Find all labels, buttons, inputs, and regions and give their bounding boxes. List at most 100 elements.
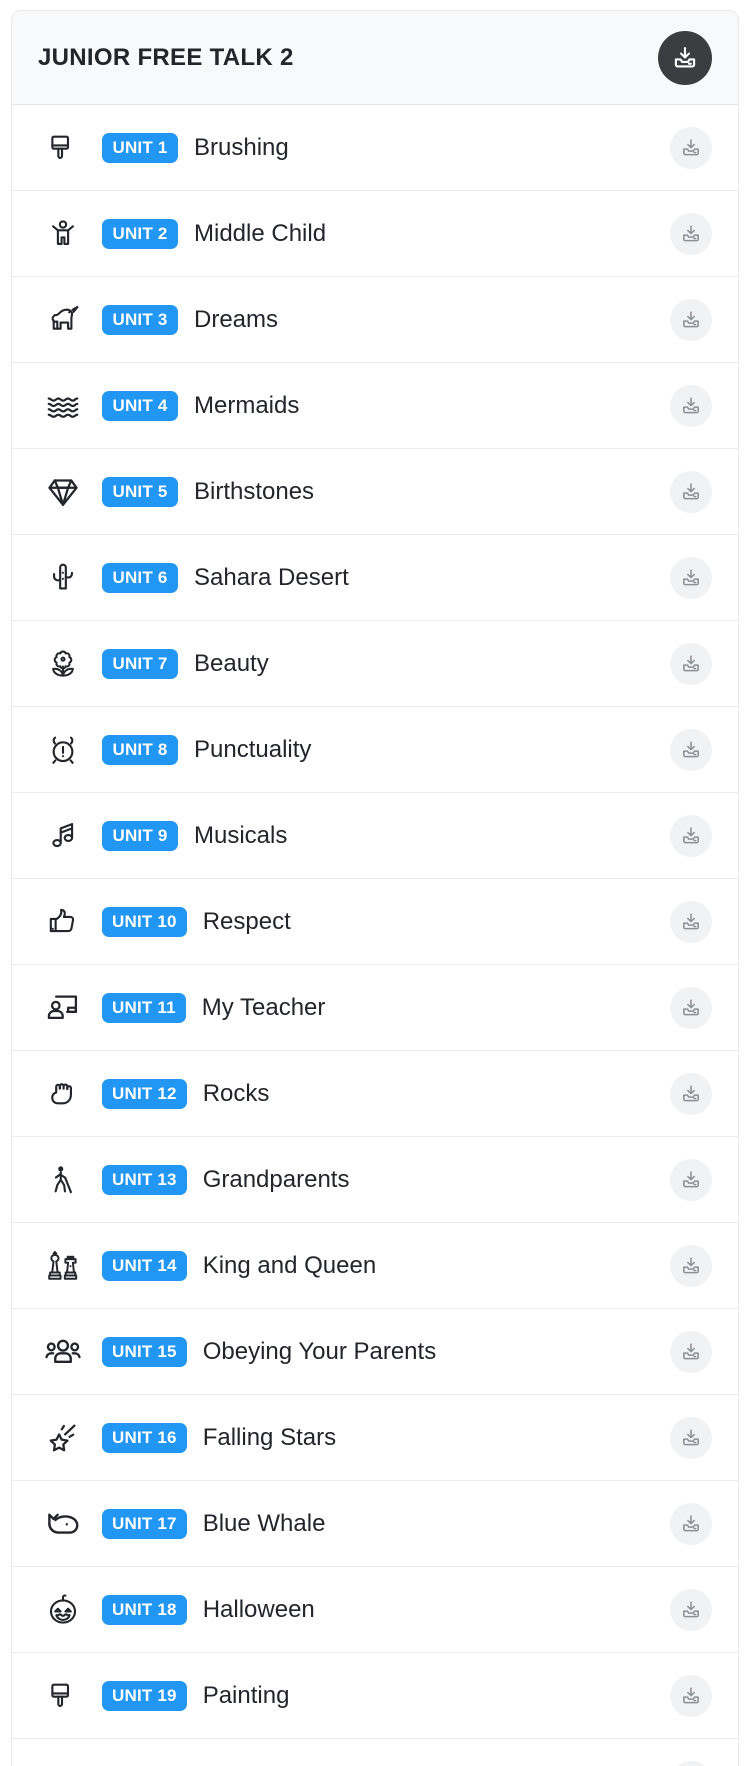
unit-badge: UNIT 6 [102, 562, 178, 593]
paint-brush-icon [34, 131, 92, 165]
unit-badge: UNIT 17 [102, 1508, 187, 1539]
download-button[interactable] [670, 470, 712, 513]
list-item[interactable]: UNIT 4 Mermaids [12, 363, 738, 449]
unit-badge: UNIT 8 [102, 734, 178, 765]
list-item[interactable]: UNIT 18 Halloween [12, 1567, 738, 1653]
download-button[interactable] [670, 900, 712, 943]
unit-badge: UNIT 14 [102, 1250, 187, 1281]
list-item[interactable]: UNIT 10 Respect [12, 879, 738, 965]
list-item-title: Blue Whale [202, 1509, 326, 1537]
list-item[interactable]: UNIT 12 Rocks [12, 1051, 738, 1137]
unit-badge: UNIT 3 [102, 304, 178, 335]
list-item[interactable]: UNIT 3 Dreams [12, 277, 738, 363]
download-button[interactable] [670, 556, 712, 599]
list-item-title: Rocks [202, 1079, 270, 1107]
download-button[interactable] [670, 1158, 712, 1201]
list-item[interactable]: UNIT 9 Musicals [12, 793, 738, 879]
paint-brush-icon [34, 1679, 92, 1713]
chess-pieces-icon [34, 1248, 92, 1284]
unit-badge: UNIT 9 [102, 820, 178, 851]
download-button[interactable] [670, 1244, 712, 1287]
download-button[interactable] [670, 1416, 712, 1459]
waves-icon [34, 388, 92, 424]
download-button[interactable] [670, 126, 712, 169]
list-item-title: Birthstones [194, 477, 315, 505]
unit-badge: UNIT 7 [102, 648, 178, 679]
list-item-title: Painting [202, 1681, 290, 1709]
unit-rows: UNIT 1 Brushing UNIT 2 Middle Child UNIT… [12, 105, 738, 1766]
list-item-title: Mermaids [194, 391, 300, 419]
people-group-icon [34, 1333, 92, 1371]
list-item[interactable]: UNIT 15 Obeying Your Parents [12, 1309, 738, 1395]
download-button[interactable] [670, 814, 712, 857]
list-item-title: Halloween [202, 1595, 315, 1623]
list-item-title: King and Queen [202, 1251, 377, 1279]
list-item[interactable]: UNIT 16 Falling Stars [12, 1395, 738, 1481]
fist-hand-icon [34, 1077, 92, 1111]
unit-badge: UNIT 16 [102, 1422, 187, 1453]
teacher-board-icon [34, 990, 92, 1026]
list-item-title: Middle Child [194, 219, 327, 247]
list-item-title: Grandparents [202, 1165, 350, 1193]
flower-icon [34, 647, 92, 681]
list-item-title: Respect [202, 907, 291, 935]
music-notes-icon [34, 819, 92, 853]
list-item[interactable]: UNIT 1 Brushing [12, 105, 738, 191]
list-item[interactable]: UNIT 8 Punctuality [12, 707, 738, 793]
unit-badge: UNIT 18 [102, 1594, 187, 1625]
thumbs-up-icon [34, 905, 92, 939]
unit-badge: UNIT 2 [102, 218, 178, 249]
list-item-title: Brushing [194, 133, 289, 161]
list-item[interactable]: UNIT 17 Blue Whale [12, 1481, 738, 1567]
download-all-button[interactable] [658, 30, 712, 85]
unit-badge: UNIT 12 [102, 1078, 187, 1109]
download-inbox-icon [671, 44, 699, 72]
unit-badge: UNIT 1 [102, 132, 178, 163]
download-button[interactable] [670, 1502, 712, 1545]
list-item-title: Dreams [194, 305, 279, 333]
download-button[interactable] [670, 1072, 712, 1115]
list-item[interactable]: UNIT 14 King and Queen [12, 1223, 738, 1309]
unit-list-card: JUNIOR FREE TALK 2 UNIT 1 Brushing UNIT … [11, 10, 739, 1766]
list-item[interactable]: UNIT 13 Grandparents [12, 1137, 738, 1223]
shooting-star-icon [34, 1420, 92, 1456]
list-item[interactable]: UNIT 19 Painting [12, 1653, 738, 1739]
cactus-icon [34, 561, 92, 595]
child-person-icon [34, 217, 92, 251]
card-header: JUNIOR FREE TALK 2 [12, 11, 738, 105]
pumpkin-icon [34, 1592, 92, 1628]
list-item[interactable]: UNIT 20 Clocks [12, 1739, 738, 1766]
download-button[interactable] [670, 384, 712, 427]
download-button[interactable] [670, 986, 712, 1029]
alarm-clock-icon [34, 733, 92, 767]
download-button[interactable] [670, 1761, 712, 1766]
download-button[interactable] [670, 212, 712, 255]
download-button[interactable] [670, 1588, 712, 1631]
download-button[interactable] [670, 1674, 712, 1717]
unit-badge: UNIT 19 [102, 1680, 187, 1711]
list-item[interactable]: UNIT 11 My Teacher [12, 965, 738, 1051]
download-button[interactable] [670, 1330, 712, 1373]
page-title: JUNIOR FREE TALK 2 [38, 43, 294, 71]
download-button[interactable] [670, 298, 712, 341]
list-item[interactable]: UNIT 7 Beauty [12, 621, 738, 707]
list-item-title: Obeying Your Parents [202, 1337, 437, 1365]
gem-diamond-icon [34, 474, 92, 510]
list-item-title: Falling Stars [202, 1423, 337, 1451]
list-item-title: Sahara Desert [194, 563, 349, 591]
unicorn-icon [34, 302, 92, 338]
unit-badge: UNIT 15 [102, 1336, 187, 1367]
unit-badge: UNIT 11 [102, 992, 186, 1023]
list-item-title: Beauty [194, 649, 269, 677]
list-item[interactable]: UNIT 6 Sahara Desert [12, 535, 738, 621]
download-button[interactable] [670, 642, 712, 685]
walking-cane-icon [34, 1163, 92, 1197]
unit-badge: UNIT 4 [102, 390, 178, 421]
download-button[interactable] [670, 728, 712, 771]
list-item[interactable]: UNIT 5 Birthstones [12, 449, 738, 535]
list-item[interactable]: UNIT 2 Middle Child [12, 191, 738, 277]
unit-badge: UNIT 5 [102, 476, 178, 507]
unit-badge: UNIT 13 [102, 1164, 187, 1195]
unit-badge: UNIT 10 [102, 906, 187, 937]
whale-icon [34, 1505, 92, 1543]
